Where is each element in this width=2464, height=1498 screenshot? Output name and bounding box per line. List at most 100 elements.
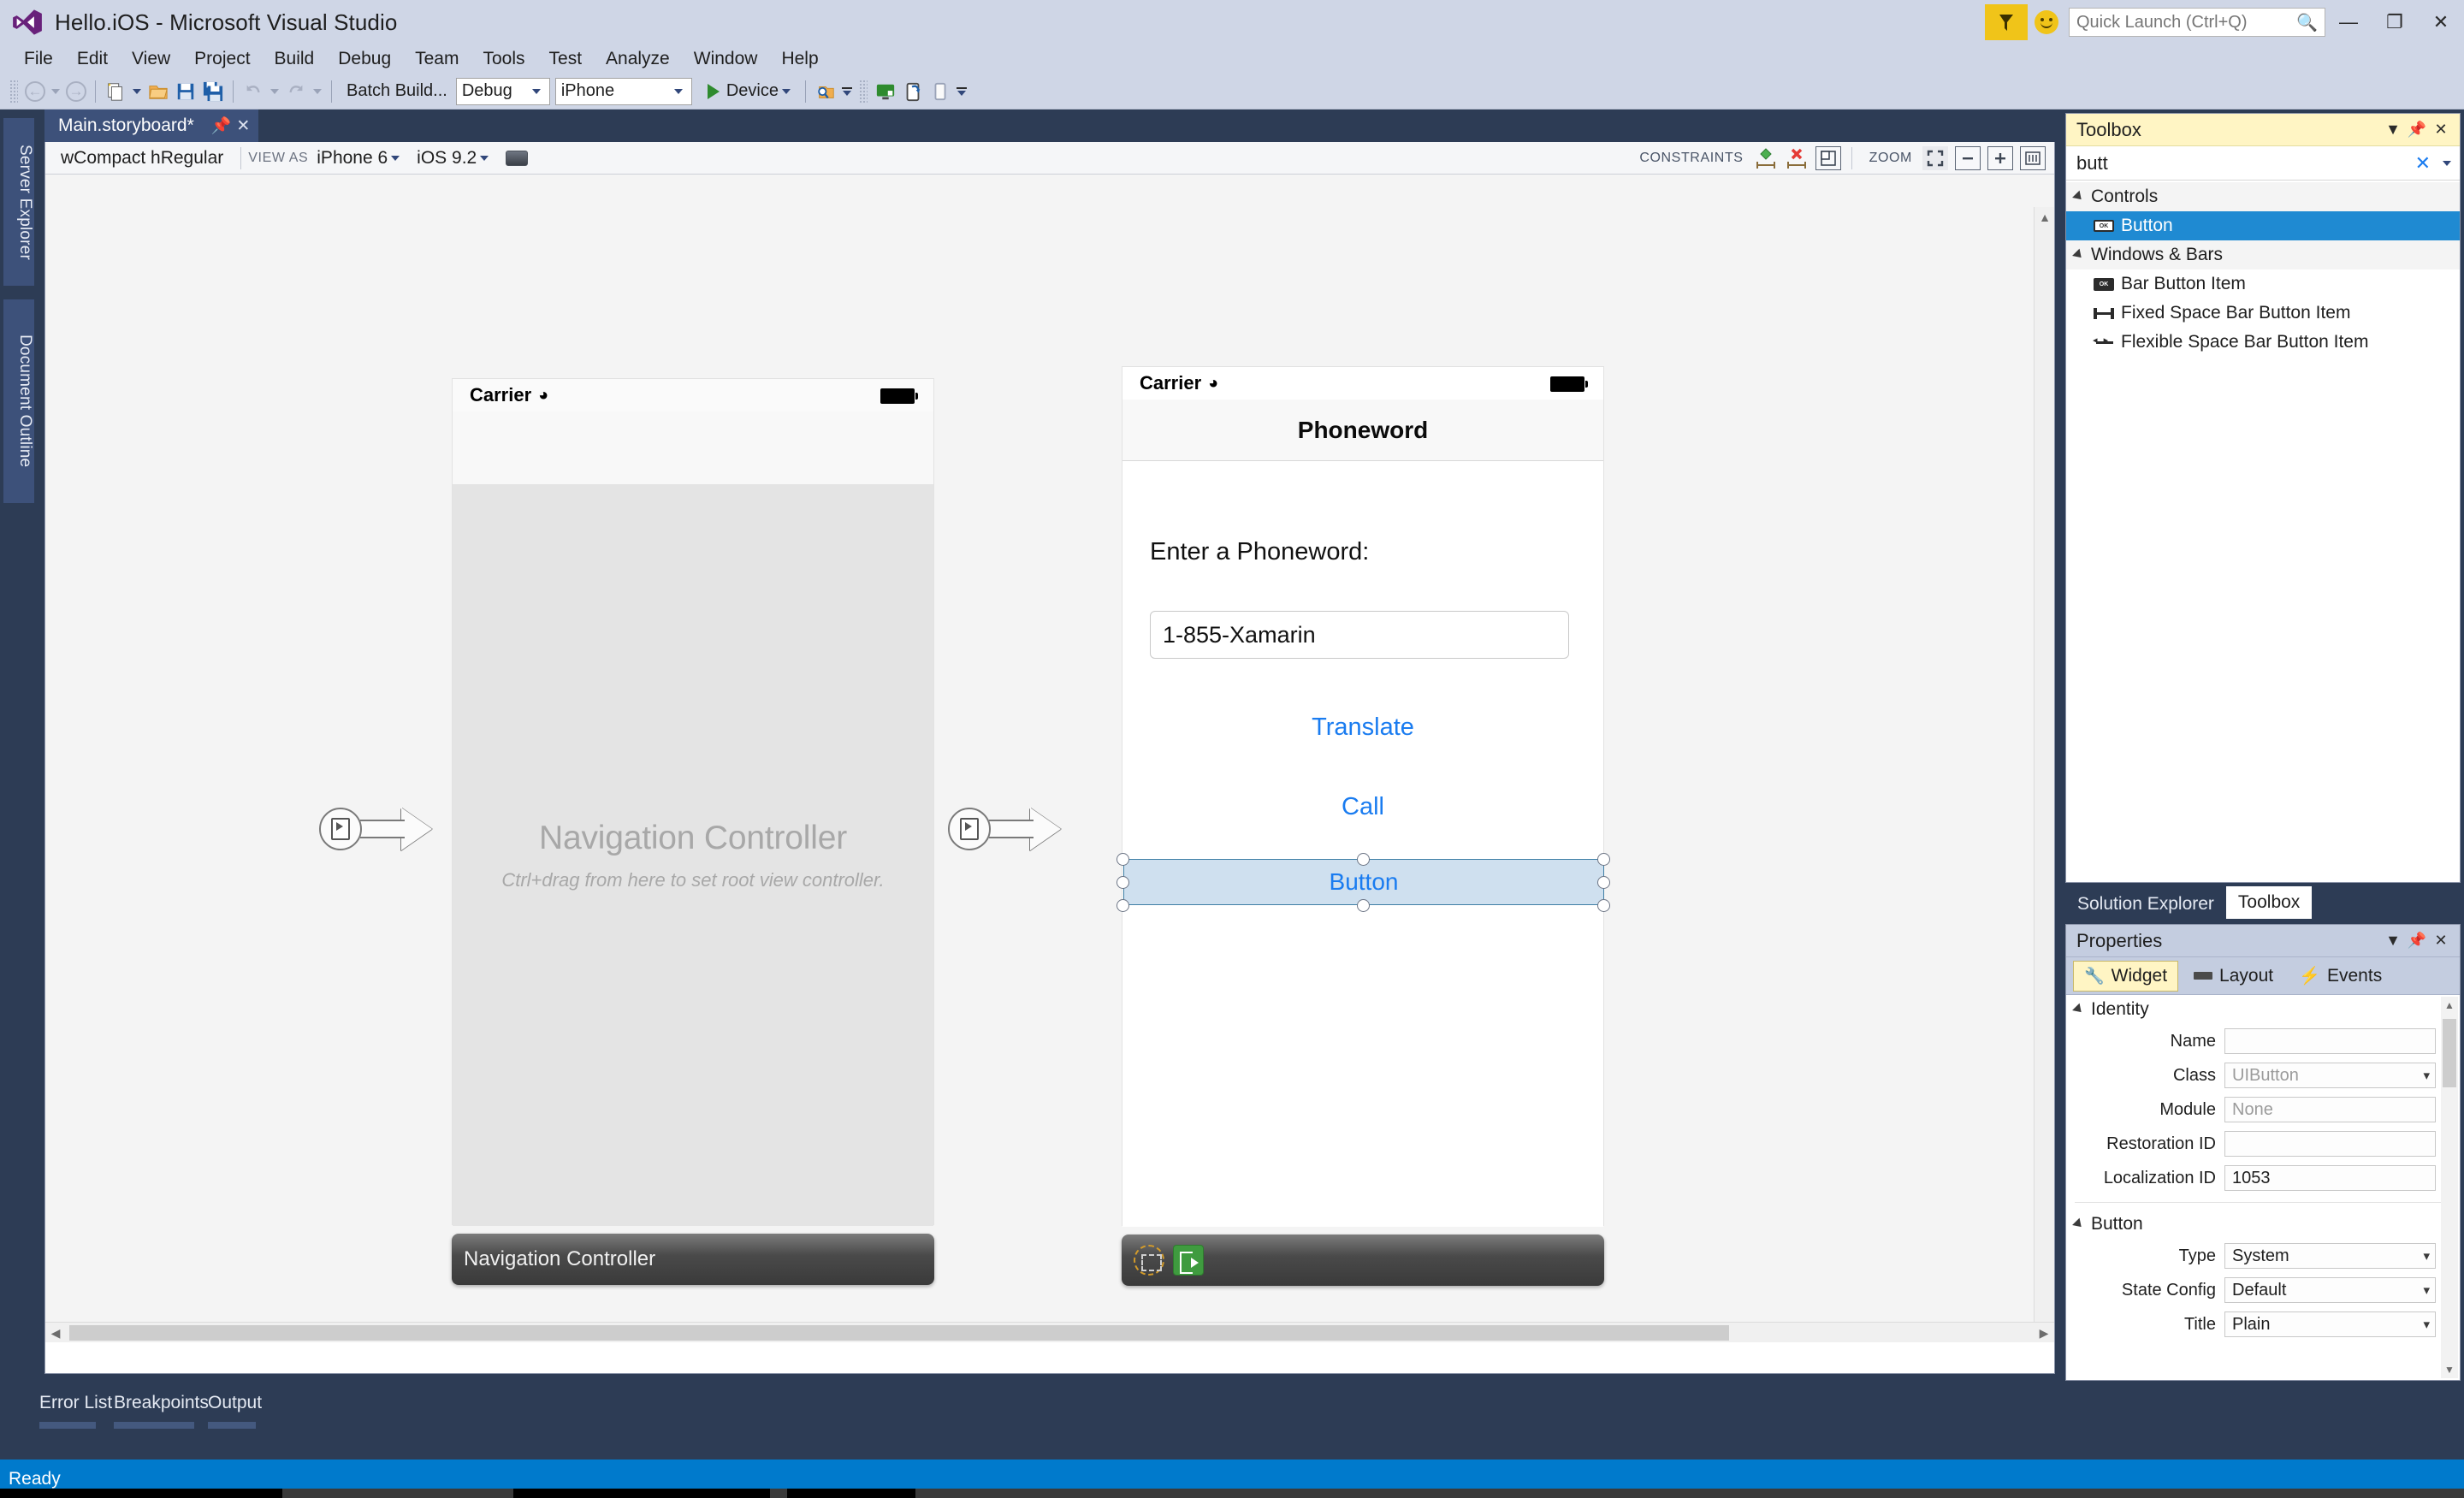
state-config-combo[interactable]: Default ▾: [2224, 1277, 2436, 1303]
toolbox-search-input[interactable]: butt ✕: [2066, 146, 2460, 181]
storyboard-canvas[interactable]: Carrier ◕ Navigation Controller Ctrl+dra…: [45, 175, 2054, 1342]
tab-solution-explorer[interactable]: Solution Explorer: [2065, 890, 2226, 919]
selection-handle-top-right[interactable]: [1597, 853, 1610, 866]
toolbox-item-flexible-space-bar-button-item[interactable]: Flexible Space Bar Button Item: [2066, 328, 2460, 357]
selection-handle-top-left[interactable]: [1116, 853, 1129, 866]
add-constraint-icon[interactable]: [1753, 147, 1779, 169]
toolbar-overflow-icon[interactable]: [839, 78, 855, 105]
pin-icon[interactable]: 📌: [2405, 929, 2429, 953]
clear-search-icon[interactable]: ✕: [2415, 152, 2431, 175]
toolbox-group-windows-and-bars[interactable]: Windows & Bars: [2066, 240, 2460, 269]
selection-handle-bottom-center[interactable]: [1357, 899, 1370, 912]
close-icon[interactable]: ✕: [2429, 118, 2453, 142]
chevron-down-icon[interactable]: ▼: [2381, 929, 2405, 953]
canvas-vertical-scrollbar[interactable]: ▲ ▼: [2034, 207, 2054, 1342]
menu-debug[interactable]: Debug: [326, 45, 403, 73]
scroll-up-icon[interactable]: ▲: [2035, 207, 2054, 228]
open-file-icon[interactable]: [145, 78, 172, 105]
zoom-to-fit-icon[interactable]: [1922, 146, 1948, 170]
chevron-down-icon[interactable]: ▼: [2381, 118, 2405, 142]
scroll-down-icon[interactable]: ▼: [2441, 1361, 2458, 1378]
scroll-right-icon[interactable]: ▶: [2034, 1323, 2054, 1342]
device-manager-icon[interactable]: [927, 78, 954, 105]
close-icon[interactable]: ✕: [2429, 929, 2453, 953]
class-combo[interactable]: UIButton ▾: [2224, 1063, 2436, 1088]
menu-window[interactable]: Window: [682, 45, 770, 73]
selection-handle-middle-left[interactable]: [1116, 876, 1129, 889]
properties-scrollbar[interactable]: ▲ ▼: [2441, 997, 2458, 1378]
tab-widget[interactable]: 🔧 Widget: [2073, 960, 2179, 992]
send-a-smile-icon[interactable]: [2035, 10, 2058, 34]
scene-navigation-controller[interactable]: Carrier ◕ Navigation Controller Ctrl+dra…: [452, 378, 934, 1302]
properties-section-button[interactable]: Button: [2066, 1210, 2460, 1239]
menu-test[interactable]: Test: [537, 45, 595, 73]
scene-phoneword[interactable]: Carrier ◕ Phoneword Enter a Phoneword: 1…: [1116, 366, 1610, 1307]
sidebar-tab-server-explorer[interactable]: Server Explorer: [3, 118, 34, 286]
phoneword-text-field[interactable]: 1-855-Xamarin: [1150, 611, 1569, 659]
navigate-back-icon[interactable]: ←: [22, 78, 48, 105]
menu-analyze[interactable]: Analyze: [594, 45, 682, 73]
menu-view[interactable]: View: [120, 45, 182, 73]
exit-segue-icon[interactable]: [1173, 1245, 1204, 1276]
close-icon[interactable]: ✕: [236, 116, 250, 136]
feedback-flag-icon[interactable]: [1985, 4, 2028, 40]
call-button[interactable]: Call: [1122, 793, 1603, 821]
localization-id-field[interactable]: 1053: [2224, 1165, 2436, 1191]
start-debugging-button[interactable]: Device: [702, 81, 799, 101]
batch-build-button[interactable]: Batch Build...: [338, 81, 456, 101]
selected-button[interactable]: Button: [1123, 859, 1604, 905]
menu-file[interactable]: File: [12, 45, 65, 73]
toolbox-item-bar-button-item[interactable]: Bar Button Item: [2066, 269, 2460, 299]
new-item-chevron-down-icon[interactable]: [133, 88, 141, 94]
close-button[interactable]: ✕: [2418, 0, 2464, 44]
canvas-horizontal-scrollbar[interactable]: ◀ ▶: [45, 1322, 2054, 1342]
scene-dock-phoneword[interactable]: [1122, 1235, 1604, 1286]
save-icon[interactable]: [172, 78, 199, 105]
menu-tools[interactable]: Tools: [471, 45, 536, 73]
scroll-up-icon[interactable]: ▲: [2441, 997, 2458, 1014]
deploy-to-device-icon[interactable]: [899, 78, 927, 105]
tab-breakpoints[interactable]: Breakpoints: [114, 1393, 209, 1420]
translate-button[interactable]: Translate: [1122, 713, 1603, 742]
selection-handle-middle-right[interactable]: [1597, 876, 1610, 889]
size-class-button[interactable]: wCompact hRegular: [50, 148, 234, 169]
selection-handle-bottom-right[interactable]: [1597, 899, 1610, 912]
toolbar-grip[interactable]: [9, 79, 18, 104]
sidebar-tab-document-outline[interactable]: Document Outline: [3, 299, 34, 503]
menu-team[interactable]: Team: [403, 45, 471, 73]
properties-section-identity[interactable]: Identity: [2066, 995, 2460, 1024]
scrollbar-thumb[interactable]: [69, 1325, 1729, 1341]
document-tab-main-storyboard[interactable]: Main.storyboard* 📌 ✕: [44, 110, 259, 142]
update-frames-icon[interactable]: [1815, 146, 1841, 170]
platform-combo[interactable]: iPhone: [554, 77, 692, 105]
menu-build[interactable]: Build: [263, 45, 327, 73]
navigate-forward-icon[interactable]: →: [63, 78, 89, 105]
selection-handle-top-center[interactable]: [1357, 853, 1370, 866]
first-responder-icon[interactable]: [1134, 1245, 1164, 1276]
toolbox-item-fixed-space-bar-button-item[interactable]: Fixed Space Bar Button Item: [2066, 299, 2460, 328]
zoom-in-icon[interactable]: [1987, 146, 2013, 170]
restoration-id-field[interactable]: [2224, 1131, 2436, 1157]
tab-output[interactable]: Output: [208, 1393, 262, 1420]
tab-events[interactable]: ⚡ Events: [2289, 961, 2392, 992]
remove-constraint-icon[interactable]: [1784, 147, 1810, 169]
back-history-chevron-down-icon[interactable]: [51, 88, 60, 94]
new-item-icon[interactable]: [102, 78, 129, 105]
orientation-landscape-icon[interactable]: [506, 150, 529, 166]
selection-handle-bottom-left[interactable]: [1116, 899, 1129, 912]
pin-icon[interactable]: 📌: [2405, 118, 2429, 142]
name-field[interactable]: [2224, 1028, 2436, 1054]
menu-help[interactable]: Help: [769, 45, 830, 73]
tab-toolbox[interactable]: Toolbox: [2225, 886, 2313, 919]
relationship-segue-icon[interactable]: [948, 808, 1068, 850]
scene-dock-navigation-controller[interactable]: Navigation Controller: [452, 1234, 934, 1285]
save-all-icon[interactable]: [199, 78, 227, 105]
start-simulator-icon[interactable]: [872, 78, 899, 105]
os-version-selector[interactable]: iOS 9.2: [417, 148, 492, 169]
title-combo[interactable]: Plain ▾: [2224, 1311, 2436, 1337]
pin-icon[interactable]: 📌: [211, 115, 232, 136]
configuration-combo[interactable]: Debug: [455, 77, 550, 105]
find-in-files-icon[interactable]: [812, 78, 839, 105]
scroll-left-icon[interactable]: ◀: [45, 1323, 66, 1342]
restore-button[interactable]: ❐: [2372, 0, 2418, 44]
